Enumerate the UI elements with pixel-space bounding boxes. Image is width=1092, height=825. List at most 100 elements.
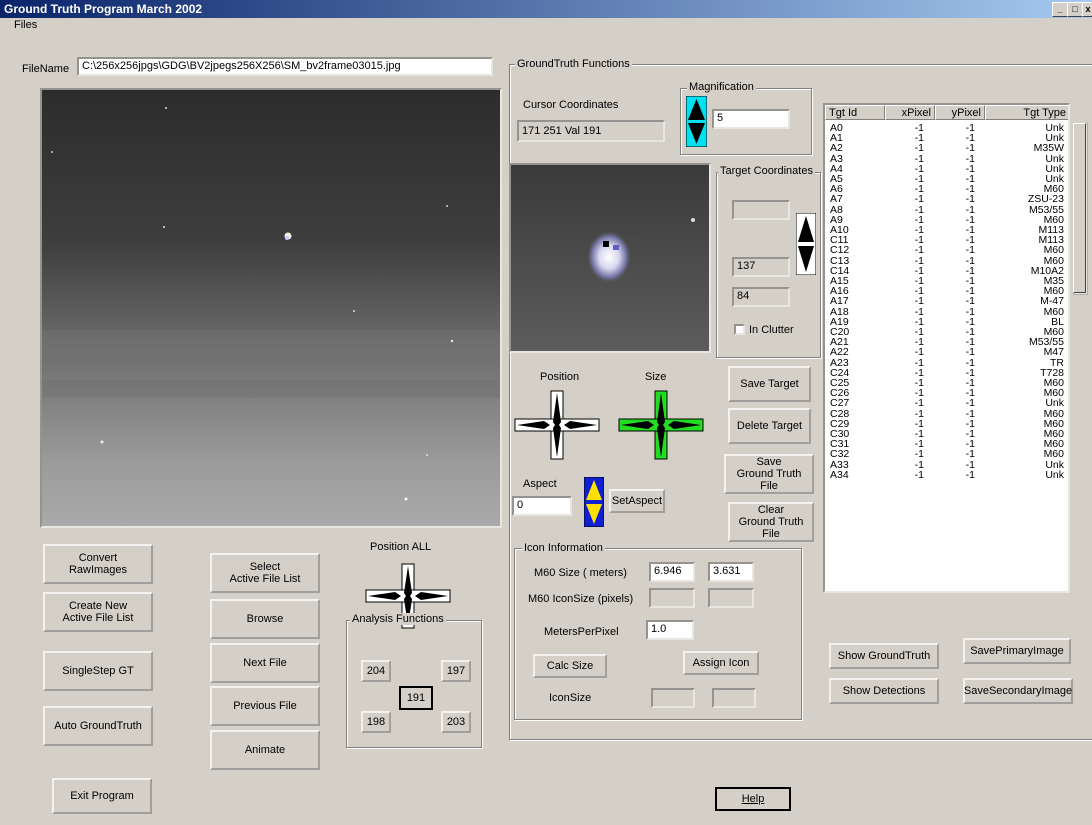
target-list[interactable]: Tgt Id xPixel yPixel Tgt Type A0 -1 -1 Unk A…: [823, 103, 1070, 593]
show-detections-button[interactable]: Show Detections: [829, 678, 939, 704]
magnified-image[interactable]: [511, 165, 709, 351]
icon-size-width-field[interactable]: 6.946: [649, 562, 695, 582]
cell-ypixel: -1: [965, 193, 975, 206]
table-row[interactable]: C24 -1 -1 T728: [825, 368, 1068, 379]
header-tgt-id[interactable]: Tgt Id: [825, 105, 885, 120]
table-row[interactable]: A19 -1 -1 BL: [825, 317, 1068, 328]
save-primary-image-button[interactable]: SavePrimaryImage: [963, 638, 1071, 664]
header-tgt-type[interactable]: Tgt Type: [985, 105, 1068, 120]
in-clutter-checkbox[interactable]: [734, 324, 745, 335]
primary-image-panel[interactable]: [40, 88, 502, 528]
table-row[interactable]: C26 -1 -1 M60: [825, 388, 1068, 399]
menu-files[interactable]: Files: [14, 19, 37, 31]
close-button[interactable]: x: [1082, 2, 1092, 17]
animate-button[interactable]: Animate: [210, 730, 320, 770]
aspect-field[interactable]: 0: [512, 496, 572, 516]
table-row[interactable]: A16 -1 -1 M60: [825, 286, 1068, 297]
table-row[interactable]: A34 -1 -1 Unk: [825, 468, 1068, 481]
cell-tgt-type: Unk: [1045, 468, 1064, 481]
magnified-image-panel[interactable]: [509, 163, 711, 353]
table-row[interactable]: A17 -1 -1 M-47: [825, 295, 1068, 308]
table-row[interactable]: C27 -1 -1 Unk: [825, 397, 1068, 410]
table-row[interactable]: A10 -1 -1 M113: [825, 225, 1068, 236]
analysis-button-191[interactable]: 191: [399, 686, 433, 710]
cell-tgt-id: A34: [830, 468, 849, 481]
save-target-button[interactable]: Save Target: [728, 366, 811, 402]
target-coordinates-spinner[interactable]: [796, 213, 816, 275]
cell-tgt-type: M60: [1043, 448, 1064, 461]
table-row[interactable]: A2 -1 -1 M35W: [825, 143, 1068, 154]
target-y1-field: 137: [732, 257, 790, 277]
magnification-label: Magnification: [687, 81, 756, 93]
save-secondary-image-button[interactable]: SaveSecondaryImage: [963, 678, 1073, 704]
table-row[interactable]: A18 -1 -1 M60: [825, 306, 1068, 317]
select-active-file-list-button[interactable]: Select Active File List: [210, 553, 320, 593]
target-y2-field: 84: [732, 287, 790, 307]
table-row[interactable]: C32 -1 -1 M60: [825, 448, 1068, 461]
maximize-button[interactable]: □: [1067, 2, 1083, 17]
position-arrows-icon[interactable]: [514, 390, 600, 460]
set-aspect-button[interactable]: SetAspect: [609, 489, 665, 513]
save-ground-truth-file-button[interactable]: Save Ground Truth File: [724, 454, 814, 494]
browse-button[interactable]: Browse: [210, 599, 320, 639]
clear-ground-truth-file-button[interactable]: Clear Ground Truth File: [728, 502, 814, 542]
cell-tgt-id: C27: [830, 397, 850, 410]
auto-groundtruth-button[interactable]: Auto GroundTruth: [43, 706, 153, 746]
table-row[interactable]: C30 -1 -1 M60: [825, 429, 1068, 440]
table-row[interactable]: A4 -1 -1 Unk: [825, 164, 1068, 175]
analysis-button-197[interactable]: 197: [441, 660, 471, 682]
cell-tgt-id: A17: [830, 295, 849, 308]
next-file-button[interactable]: Next File: [210, 643, 320, 683]
meters-per-pixel-field[interactable]: 1.0: [646, 620, 694, 640]
target-coordinates-label: Target Coordinates: [718, 165, 815, 177]
table-row[interactable]: A8 -1 -1 M53/55: [825, 204, 1068, 215]
table-row[interactable]: A22 -1 -1 M47: [825, 347, 1068, 358]
header-xpixel[interactable]: xPixel: [885, 105, 935, 120]
size-arrows-icon[interactable]: [618, 390, 704, 460]
filename-field[interactable]: C:\256x256jpgs\GDG\BV2jpegs256X256\SM_bv…: [77, 57, 493, 76]
target-list-scroll-thumb[interactable]: [1073, 123, 1086, 293]
icon-size-height-field[interactable]: 3.631: [708, 562, 754, 582]
table-row[interactable]: A15 -1 -1 M35: [825, 276, 1068, 287]
table-row[interactable]: C12 -1 -1 M60: [825, 244, 1068, 257]
previous-file-button[interactable]: Previous File: [210, 686, 320, 726]
assign-icon-button[interactable]: Assign Icon: [683, 651, 759, 675]
create-new-active-file-list-button[interactable]: Create New Active File List: [43, 592, 153, 632]
table-row[interactable]: C29 -1 -1 M60: [825, 419, 1068, 430]
table-row[interactable]: C11 -1 -1 M113: [825, 235, 1068, 246]
table-row[interactable]: A9 -1 -1 M60: [825, 215, 1068, 226]
primary-image[interactable]: [42, 90, 500, 526]
analysis-button-203[interactable]: 203: [441, 711, 471, 733]
table-row[interactable]: C28 -1 -1 M60: [825, 408, 1068, 419]
table-row[interactable]: A33 -1 -1 Unk: [825, 459, 1068, 470]
cell-tgt-id: C12: [830, 244, 850, 257]
analysis-button-198[interactable]: 198: [361, 711, 391, 733]
exit-program-button[interactable]: Exit Program: [52, 778, 152, 814]
singlestep-gt-button[interactable]: SingleStep GT: [43, 651, 153, 691]
table-row[interactable]: C31 -1 -1 M60: [825, 439, 1068, 450]
menu-bar: [0, 18, 1092, 34]
help-label: Help: [741, 793, 765, 805]
table-row[interactable]: A0 -1 -1 Unk: [825, 123, 1068, 134]
minimize-button[interactable]: _: [1052, 2, 1068, 17]
cursor-coordinates-field: 171 251 Val 191: [517, 120, 665, 142]
aspect-spinner[interactable]: [584, 477, 604, 527]
table-row[interactable]: C14 -1 -1 M10A2: [825, 266, 1068, 277]
table-row[interactable]: C25 -1 -1 M60: [825, 378, 1068, 389]
delete-target-button[interactable]: Delete Target: [728, 408, 811, 444]
magnification-field[interactable]: 5: [712, 109, 790, 129]
header-ypixel[interactable]: yPixel: [935, 105, 985, 120]
magnification-spinner[interactable]: [686, 96, 707, 147]
table-row[interactable]: A3 -1 -1 Unk: [825, 153, 1068, 164]
help-button[interactable]: Help: [715, 787, 791, 811]
show-groundtruth-button[interactable]: Show GroundTruth: [829, 643, 939, 669]
calc-size-button[interactable]: Calc Size: [533, 654, 607, 678]
cell-ypixel: -1: [965, 448, 975, 461]
table-row[interactable]: A21 -1 -1 M53/55: [825, 337, 1068, 348]
analysis-button-204[interactable]: 204: [361, 660, 391, 682]
groundtruth-functions-label: GroundTruth Functions: [515, 58, 632, 70]
cell-xpixel: -1: [914, 193, 924, 206]
convert-raw-images-button[interactable]: Convert RawImages: [43, 544, 153, 584]
table-row[interactable]: A23 -1 -1 TR: [825, 357, 1068, 368]
table-row[interactable]: A5 -1 -1 Unk: [825, 174, 1068, 185]
